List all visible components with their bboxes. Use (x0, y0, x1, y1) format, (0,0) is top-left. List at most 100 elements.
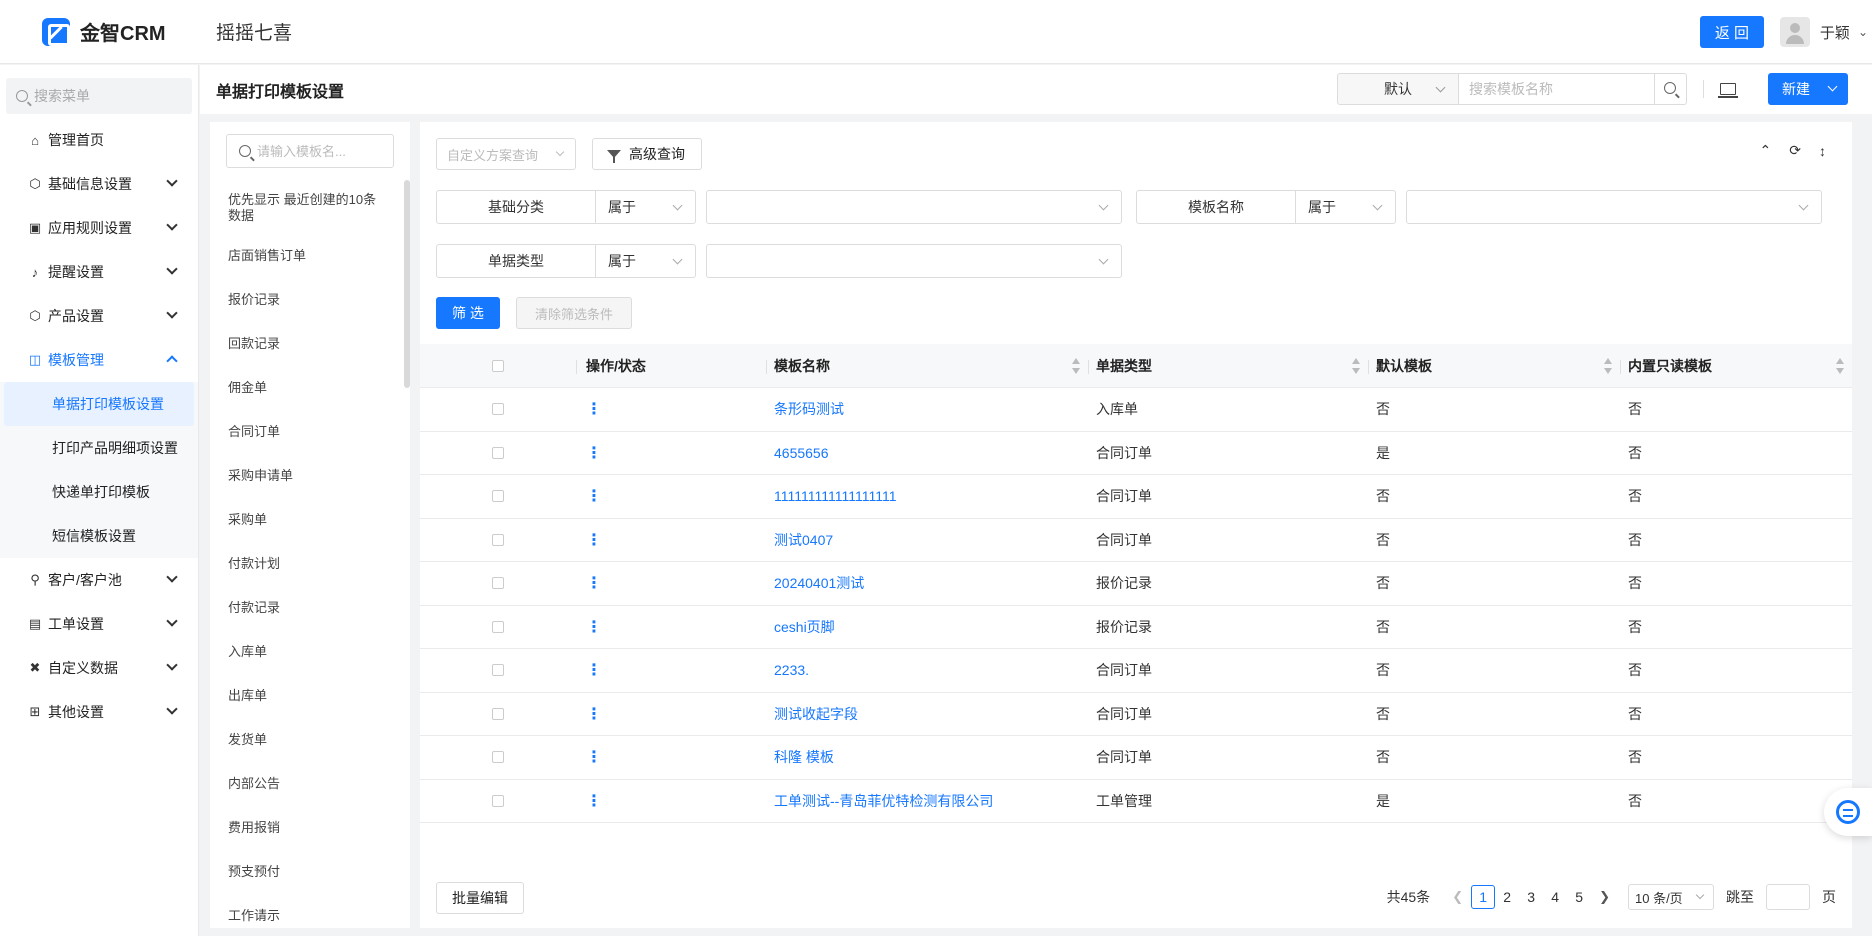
sidebar-item-app-rules[interactable]: ▣ 应用规则设置 (0, 206, 198, 250)
more-actions-icon[interactable]: ⋮ (586, 662, 602, 679)
category-item[interactable]: 出库单 (210, 674, 410, 718)
clear-filters-button[interactable]: 清除筛选条件 (516, 297, 632, 329)
filter-operator-select[interactable]: 属于 (596, 244, 696, 278)
filter-operator-select[interactable]: 属于 (1296, 190, 1396, 224)
template-name-link[interactable]: 条形码测试 (766, 399, 1088, 419)
more-actions-icon[interactable]: ⋮ (586, 445, 602, 462)
collapse-up-icon[interactable]: ⌃ (1760, 142, 1772, 159)
more-actions-icon[interactable]: ⋮ (586, 749, 602, 766)
filter-operator-select[interactable]: 属于 (596, 190, 696, 224)
template-name-link[interactable]: 工单测试--青岛菲优特检测有限公司 (766, 791, 1088, 811)
sidebar-item-custom-data[interactable]: ✖ 自定义数据 (0, 646, 198, 690)
assistant-float-button[interactable] (1824, 788, 1872, 836)
sidebar-item-templates[interactable]: ◫ 模板管理 (0, 338, 198, 382)
next-page-icon[interactable]: ❯ (1599, 889, 1610, 905)
category-item[interactable]: 合同订单 (210, 410, 410, 454)
advanced-query-button[interactable]: 高级查询 (592, 138, 702, 170)
more-actions-icon[interactable]: ⋮ (586, 619, 602, 636)
table-row[interactable]: ⋮ 测试收起字段 合同订单 否 否 (420, 693, 1852, 736)
refresh-icon[interactable]: ⟳ (1789, 142, 1801, 159)
more-actions-icon[interactable]: ⋮ (586, 401, 602, 418)
header-type[interactable]: 单据类型 (1088, 356, 1368, 376)
sort-icon[interactable] (1072, 357, 1080, 376)
page-2[interactable]: 2 (1495, 885, 1519, 909)
table-row[interactable]: ⋮ 2233. 合同订单 否 否 (420, 649, 1852, 693)
category-item[interactable]: 佣金单 (210, 366, 410, 410)
table-row[interactable]: ⋮ 科隆 模板 合同订单 否 否 (420, 736, 1852, 780)
template-name-link[interactable]: 2233. (766, 662, 1088, 678)
page-5[interactable]: 5 (1567, 885, 1591, 909)
category-item[interactable]: 店面销售订单 (210, 234, 410, 278)
template-name-link[interactable]: 测试0407 (766, 530, 1088, 550)
sort-icon[interactable] (1352, 357, 1360, 376)
prev-page-icon[interactable]: ❮ (1452, 889, 1463, 905)
page-1[interactable]: 1 (1471, 885, 1496, 909)
sidebar-item-customers[interactable]: ⚲ 客户/客户池 (0, 558, 198, 602)
custom-query-select[interactable]: 自定义方案查询 (436, 138, 576, 170)
row-checkbox[interactable] (492, 403, 504, 416)
header-name[interactable]: 模板名称 (766, 356, 1088, 376)
page-size-select[interactable]: 10 条/页 (1628, 884, 1714, 910)
more-actions-icon[interactable]: ⋮ (586, 575, 602, 592)
sort-icon[interactable] (1604, 357, 1612, 376)
category-item[interactable]: 入库单 (210, 630, 410, 674)
jump-page-input[interactable] (1766, 884, 1810, 910)
brand[interactable]: 金智CRM (0, 17, 200, 46)
category-search[interactable] (226, 134, 394, 168)
sidebar-item-tickets[interactable]: ▤ 工单设置 (0, 602, 198, 646)
select-all-checkbox[interactable] (492, 359, 504, 372)
row-checkbox[interactable] (492, 664, 504, 677)
header-default[interactable]: 默认模板 (1368, 356, 1620, 376)
row-checkbox[interactable] (492, 620, 504, 633)
back-button[interactable]: 返 回 (1699, 16, 1764, 48)
sidebar-item-home[interactable]: ⌂ 管理首页 (0, 118, 198, 162)
batch-edit-button[interactable]: 批量编辑 (436, 882, 524, 914)
sidebar-item-products[interactable]: ⬡ 产品设置 (0, 294, 198, 338)
search-button[interactable] (1655, 73, 1687, 105)
template-name-link[interactable]: 科隆 模板 (766, 747, 1088, 767)
category-scrollbar[interactable] (404, 180, 410, 388)
sidebar-item-other[interactable]: ⊞ 其他设置 (0, 690, 198, 734)
row-checkbox[interactable] (492, 577, 504, 590)
row-checkbox[interactable] (492, 751, 504, 764)
category-item[interactable]: 报价记录 (210, 278, 410, 322)
category-item[interactable]: 付款记录 (210, 586, 410, 630)
template-name-link[interactable]: 测试收起字段 (766, 704, 1088, 724)
category-item[interactable]: 采购申请单 (210, 454, 410, 498)
avatar[interactable] (1779, 17, 1810, 47)
category-item[interactable]: 采购单 (210, 498, 410, 542)
table-row[interactable]: ⋮ 111111111111111111 合同订单 否 否 (420, 475, 1852, 519)
filter-value-select[interactable] (1406, 190, 1822, 224)
row-checkbox[interactable] (492, 707, 504, 720)
template-name-link[interactable]: 111111111111111111 (766, 488, 1088, 504)
table-row[interactable]: ⋮ 20240401测试 报价记录 否 否 (420, 562, 1852, 606)
category-item[interactable]: 工作请示 (210, 894, 410, 928)
more-actions-icon[interactable]: ⋮ (586, 488, 602, 505)
category-item[interactable]: 内部公告 (210, 762, 410, 806)
row-checkbox[interactable] (492, 533, 504, 546)
table-row[interactable]: ⋮ 测试0407 合同订单 否 否 (420, 519, 1852, 562)
sort-icon[interactable] (1836, 357, 1844, 376)
sidebar-item-basic-info[interactable]: ⬡ 基础信息设置 (0, 162, 198, 206)
more-actions-icon[interactable]: ⋮ (586, 793, 602, 810)
sidebar-subitem-express-template[interactable]: 快递单打印模板 (0, 470, 198, 514)
filter-value-select[interactable] (706, 190, 1122, 224)
row-height-icon[interactable]: ↕ (1819, 143, 1826, 159)
page-4[interactable]: 4 (1543, 885, 1567, 909)
table-row[interactable]: ⋮ 4655656 合同订单 是 否 (420, 432, 1852, 475)
sidebar-subitem-product-detail[interactable]: 打印产品明细项设置 (0, 426, 198, 470)
more-actions-icon[interactable]: ⋮ (586, 532, 602, 549)
filter-value-select[interactable] (706, 244, 1122, 278)
category-search-input[interactable] (257, 143, 387, 159)
page-3[interactable]: 3 (1519, 885, 1543, 909)
sidebar-subitem-print-templates[interactable]: 单据打印模板设置 (4, 382, 194, 426)
user-name[interactable]: 于颖 (1820, 22, 1850, 43)
filter-button[interactable]: 筛 选 (436, 297, 500, 329)
header-readonly[interactable]: 内置只读模板 (1620, 356, 1852, 376)
category-item[interactable]: 费用报销 (210, 806, 410, 850)
table-row[interactable]: ⋮ 条形码测试 入库单 否 否 (420, 388, 1852, 432)
template-name-link[interactable]: ceshi页脚 (766, 617, 1088, 637)
category-item[interactable]: 回款记录 (210, 322, 410, 366)
template-name-link[interactable]: 4655656 (766, 445, 1088, 461)
category-item[interactable]: 发货单 (210, 718, 410, 762)
